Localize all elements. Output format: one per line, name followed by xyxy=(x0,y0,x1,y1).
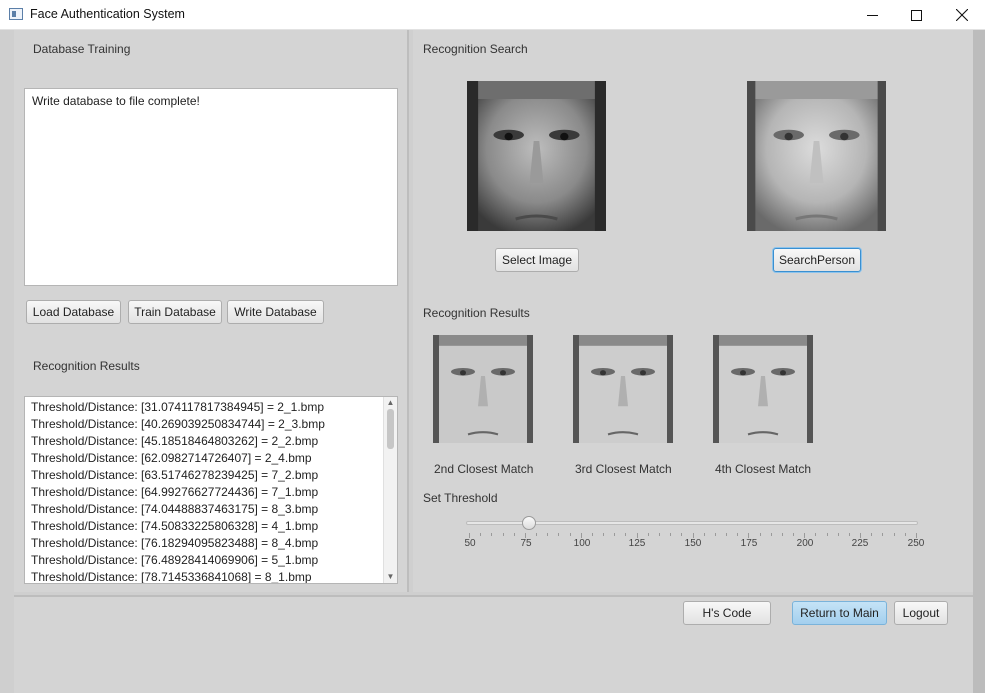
tick-label: 100 xyxy=(573,538,591,549)
window-edge xyxy=(973,30,985,693)
slider-tick xyxy=(781,533,783,536)
slider-tick xyxy=(491,533,493,536)
match-label-4th: 4th Closest Match xyxy=(715,462,812,476)
slider-tick xyxy=(502,533,504,536)
hs-code-button[interactable]: H's Code xyxy=(683,601,771,625)
minimize-button[interactable] xyxy=(849,0,895,30)
scroll-down-icon[interactable]: ▼ xyxy=(384,571,397,583)
query-face-image xyxy=(467,81,606,231)
logout-button[interactable]: Logout xyxy=(894,601,948,625)
select-image-button[interactable]: Select Image xyxy=(495,248,579,272)
search-person-button[interactable]: SearchPerson xyxy=(773,248,861,272)
slider-thumb[interactable] xyxy=(522,516,537,530)
matched-face-image xyxy=(747,81,886,231)
train-database-button[interactable]: Train Database xyxy=(128,300,222,324)
slider-tick xyxy=(703,533,705,536)
slider-tick xyxy=(569,533,571,536)
tick-label: 200 xyxy=(796,538,814,549)
slider-tick xyxy=(591,533,593,536)
tick-label: 75 xyxy=(520,538,532,549)
tick-label: 50 xyxy=(464,538,476,549)
slider-tick xyxy=(480,533,482,536)
tick-label: 175 xyxy=(740,538,758,549)
recognition-results-label: Recognition Results xyxy=(33,359,140,373)
slider-tick xyxy=(759,533,761,536)
slider-tick xyxy=(558,533,560,536)
match-face-image xyxy=(573,335,673,443)
scroll-thumb[interactable] xyxy=(387,409,394,449)
match-label-2nd: 2nd Closest Match xyxy=(434,462,534,476)
slider-tick xyxy=(681,533,683,536)
recognition-results-list[interactable]: Threshold/Distance: [31.074117817384945]… xyxy=(24,396,398,584)
match-label-3rd: 3rd Closest Match xyxy=(575,462,672,476)
window-title: Face Authentication System xyxy=(30,7,185,21)
app-icon xyxy=(9,8,23,20)
training-status-textarea[interactable]: Write database to file complete! xyxy=(24,88,398,286)
slider-tick xyxy=(815,533,817,536)
database-training-label: Database Training xyxy=(33,42,131,56)
minimize-icon xyxy=(866,14,878,16)
tick-label: 250 xyxy=(907,538,925,549)
set-threshold-label: Set Threshold xyxy=(423,491,498,505)
load-database-button[interactable]: Load Database xyxy=(26,300,121,324)
list-item[interactable]: Threshold/Distance: [63.51746278239425] … xyxy=(25,467,385,484)
tick-label: 225 xyxy=(851,538,869,549)
list-item[interactable]: Threshold/Distance: [74.04488837463175] … xyxy=(25,501,385,518)
list-item[interactable]: Threshold/Distance: [78.7145336841068] =… xyxy=(25,569,385,583)
list-item[interactable]: Threshold/Distance: [76.48928414069906] … xyxy=(25,552,385,569)
list-item[interactable]: Threshold/Distance: [64.99276627724436] … xyxy=(25,484,385,501)
slider-tick xyxy=(826,533,828,536)
write-database-button[interactable]: Write Database xyxy=(227,300,324,324)
slider-tick xyxy=(871,533,873,536)
list-item[interactable]: Threshold/Distance: [40.269039250834744]… xyxy=(25,416,385,433)
slider-tick xyxy=(625,533,627,536)
slider-tick xyxy=(614,533,616,536)
maximize-icon xyxy=(910,9,922,21)
slider-tick xyxy=(658,533,660,536)
close-button[interactable] xyxy=(939,0,985,30)
slider-tick xyxy=(726,533,728,536)
maximize-button[interactable] xyxy=(893,0,939,30)
slider-tick xyxy=(893,533,895,536)
slider-tick xyxy=(670,533,672,536)
threshold-slider[interactable] xyxy=(466,516,918,532)
slider-tick xyxy=(793,533,795,536)
slider-tick xyxy=(848,533,850,536)
recognition-search-label: Recognition Search xyxy=(423,42,528,56)
slider-tick xyxy=(882,533,884,536)
results-scrollbar[interactable]: ▲ ▼ xyxy=(383,397,397,583)
tick-label: 125 xyxy=(628,538,646,549)
slider-tick xyxy=(837,533,839,536)
match-face-image xyxy=(713,335,813,443)
match-results-label: Recognition Results xyxy=(423,306,530,320)
slider-tick xyxy=(737,533,739,536)
list-item[interactable]: Threshold/Distance: [74.50833225806328] … xyxy=(25,518,385,535)
list-item[interactable]: Threshold/Distance: [76.18294095823488] … xyxy=(25,535,385,552)
slider-tick xyxy=(770,533,772,536)
tick-label: 150 xyxy=(684,538,702,549)
slider-tick xyxy=(714,533,716,536)
slider-tick xyxy=(536,533,538,536)
slider-tick xyxy=(603,533,605,536)
close-icon xyxy=(956,9,968,21)
list-item[interactable]: Threshold/Distance: [62.0982714726407] =… xyxy=(25,450,385,467)
title-bar: Face Authentication System xyxy=(0,0,985,30)
return-to-main-button[interactable]: Return to Main xyxy=(792,601,887,625)
scroll-up-icon[interactable]: ▲ xyxy=(384,397,397,409)
slider-tick xyxy=(647,533,649,536)
list-item[interactable]: Threshold/Distance: [31.074117817384945]… xyxy=(25,399,385,416)
match-face-image xyxy=(433,335,533,443)
slider-tick xyxy=(904,533,906,536)
slider-tick xyxy=(547,533,549,536)
slider-tick xyxy=(513,533,515,536)
list-item[interactable]: Threshold/Distance: [45.18518464803262] … xyxy=(25,433,385,450)
